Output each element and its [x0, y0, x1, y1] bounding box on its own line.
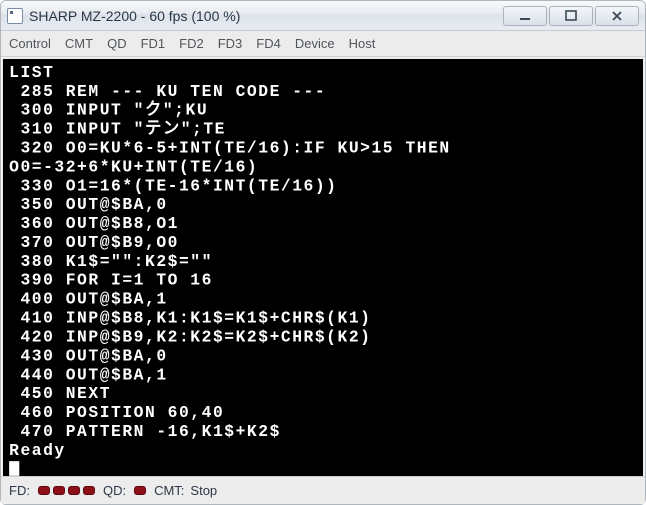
fd-led [38, 486, 50, 495]
qd-led-group [134, 486, 146, 495]
status-cmt-value: Stop [190, 483, 217, 498]
window-buttons [503, 6, 639, 26]
minimize-icon [519, 10, 531, 22]
close-icon [611, 10, 623, 22]
menu-fd2[interactable]: FD2 [179, 36, 204, 51]
fd-led [83, 486, 95, 495]
menu-device[interactable]: Device [295, 36, 335, 51]
qd-led [134, 486, 146, 495]
statusbar: FD: QD: CMT: Stop [1, 476, 645, 504]
maximize-button[interactable] [549, 6, 593, 26]
menu-fd1[interactable]: FD1 [141, 36, 166, 51]
terminal-text: LIST 285 REM --- KU TEN CODE --- 300 INP… [3, 59, 643, 476]
status-cmt-label: CMT: [154, 483, 184, 498]
emulator-window: SHARP MZ-2200 - 60 fps (100 %) Control C… [0, 0, 646, 505]
cursor [9, 461, 19, 476]
status-qd-label: QD: [103, 483, 126, 498]
menu-control[interactable]: Control [9, 36, 51, 51]
fd-led [68, 486, 80, 495]
menu-qd[interactable]: QD [107, 36, 127, 51]
fd-led-group [38, 486, 95, 495]
terminal-screen[interactable]: LIST 285 REM --- KU TEN CODE --- 300 INP… [3, 59, 643, 476]
minimize-button[interactable] [503, 6, 547, 26]
titlebar[interactable]: SHARP MZ-2200 - 60 fps (100 %) [1, 1, 645, 31]
menubar: Control CMT QD FD1 FD2 FD3 FD4 Device Ho… [1, 31, 645, 57]
app-icon [7, 8, 23, 24]
menu-fd3[interactable]: FD3 [218, 36, 243, 51]
close-button[interactable] [595, 6, 639, 26]
menu-cmt[interactable]: CMT [65, 36, 93, 51]
menu-fd4[interactable]: FD4 [256, 36, 281, 51]
window-title: SHARP MZ-2200 - 60 fps (100 %) [29, 8, 503, 24]
fd-led [53, 486, 65, 495]
maximize-icon [565, 10, 577, 22]
status-fd-label: FD: [9, 483, 30, 498]
menu-host[interactable]: Host [349, 36, 376, 51]
